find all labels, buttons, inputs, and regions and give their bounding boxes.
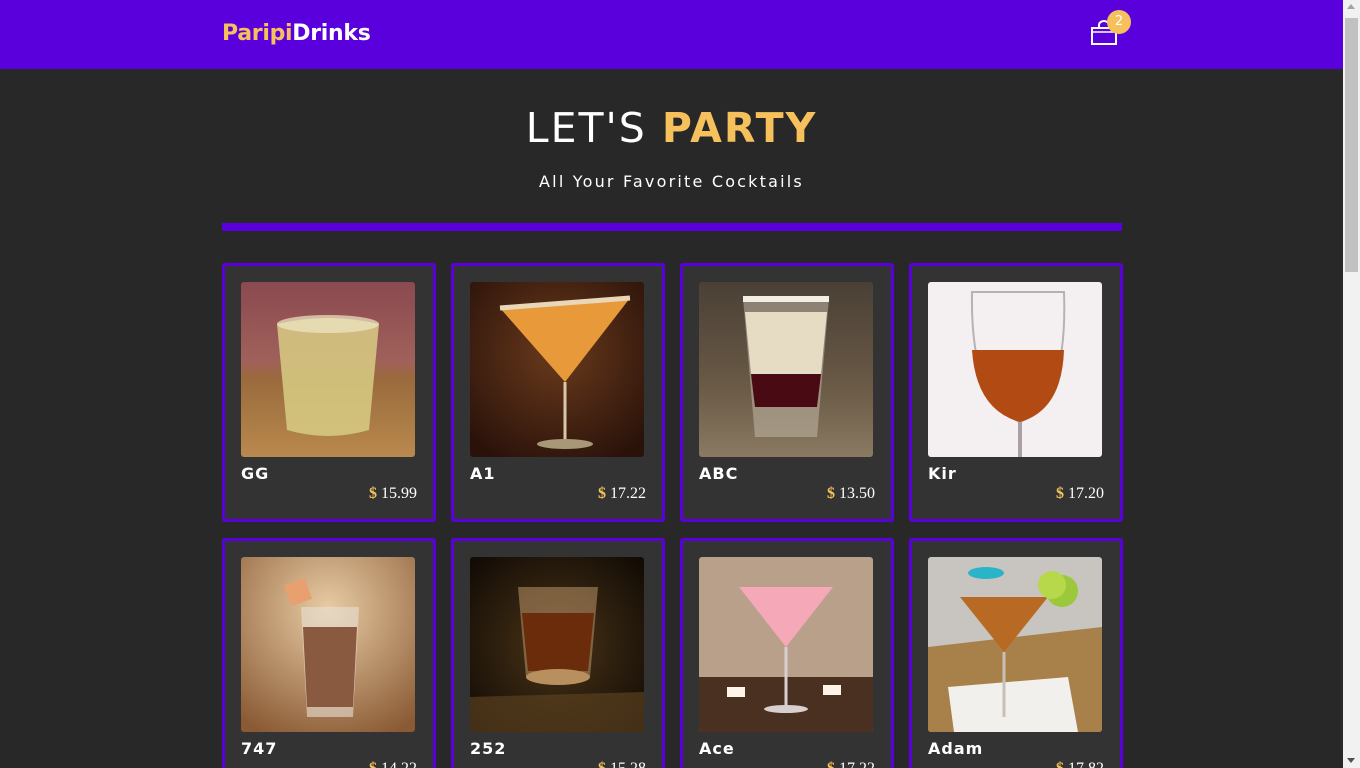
product-price: $ 14.22 — [369, 760, 417, 768]
product-image[interactable] — [699, 557, 873, 732]
product-name: GG — [241, 464, 270, 483]
product-name: Kir — [928, 464, 957, 483]
logo-text-drinks: Drinks — [292, 21, 371, 46]
product-name: Adam — [928, 739, 984, 758]
product-image[interactable] — [470, 282, 644, 457]
product-name: 252 — [470, 739, 507, 758]
product-card[interactable]: 747 $ 14.22 — [222, 538, 436, 768]
page-title: LET'S PARTY — [0, 104, 1343, 152]
page-subtitle: All Your Favorite Cocktails — [539, 172, 804, 191]
product-image[interactable] — [928, 282, 1102, 457]
product-image[interactable] — [241, 282, 415, 457]
section-divider — [222, 223, 1122, 231]
top-navbar: ParipiDrinks 2 — [0, 0, 1343, 69]
product-price: $ 17.22 — [827, 760, 875, 768]
product-card[interactable]: Kir $ 17.20 — [909, 263, 1123, 522]
product-image[interactable] — [470, 557, 644, 732]
product-card[interactable]: GG $ 15.99 — [222, 263, 436, 522]
product-price: $ 17.20 — [1056, 485, 1104, 502]
scroll-down-arrow-icon[interactable] — [1347, 758, 1355, 763]
logo-text-paripi: Paripi — [222, 21, 293, 46]
title-party: PARTY — [661, 104, 818, 152]
product-price: $ 17.22 — [598, 485, 646, 502]
product-card[interactable]: 252 $ 15.28 — [451, 538, 665, 768]
title-lets: LET'S — [525, 104, 662, 152]
product-name: ABC — [699, 464, 739, 483]
product-card[interactable]: Ace $ 17.22 — [680, 538, 894, 768]
product-card[interactable]: Adam $ 17.82 — [909, 538, 1123, 768]
product-name: Ace — [699, 739, 735, 758]
product-price: $ 15.28 — [598, 760, 646, 768]
product-image[interactable] — [699, 282, 873, 457]
page-scrollbar[interactable] — [1343, 0, 1360, 768]
scroll-up-arrow-icon[interactable] — [1347, 4, 1355, 9]
product-image[interactable] — [928, 557, 1102, 732]
product-name: A1 — [470, 464, 496, 483]
scrollbar-thumb[interactable] — [1345, 18, 1358, 272]
product-price: $ 15.99 — [369, 485, 417, 502]
product-price: $ 13.50 — [827, 485, 875, 502]
product-price: $ 17.82 — [1056, 760, 1104, 768]
product-name: 747 — [241, 739, 278, 758]
logo[interactable]: ParipiDrinks — [222, 21, 371, 46]
cart-count-badge: 2 — [1107, 10, 1131, 34]
product-card[interactable]: ABC $ 13.50 — [680, 263, 894, 522]
product-image[interactable] — [241, 557, 415, 732]
product-card[interactable]: A1 $ 17.22 — [451, 263, 665, 522]
